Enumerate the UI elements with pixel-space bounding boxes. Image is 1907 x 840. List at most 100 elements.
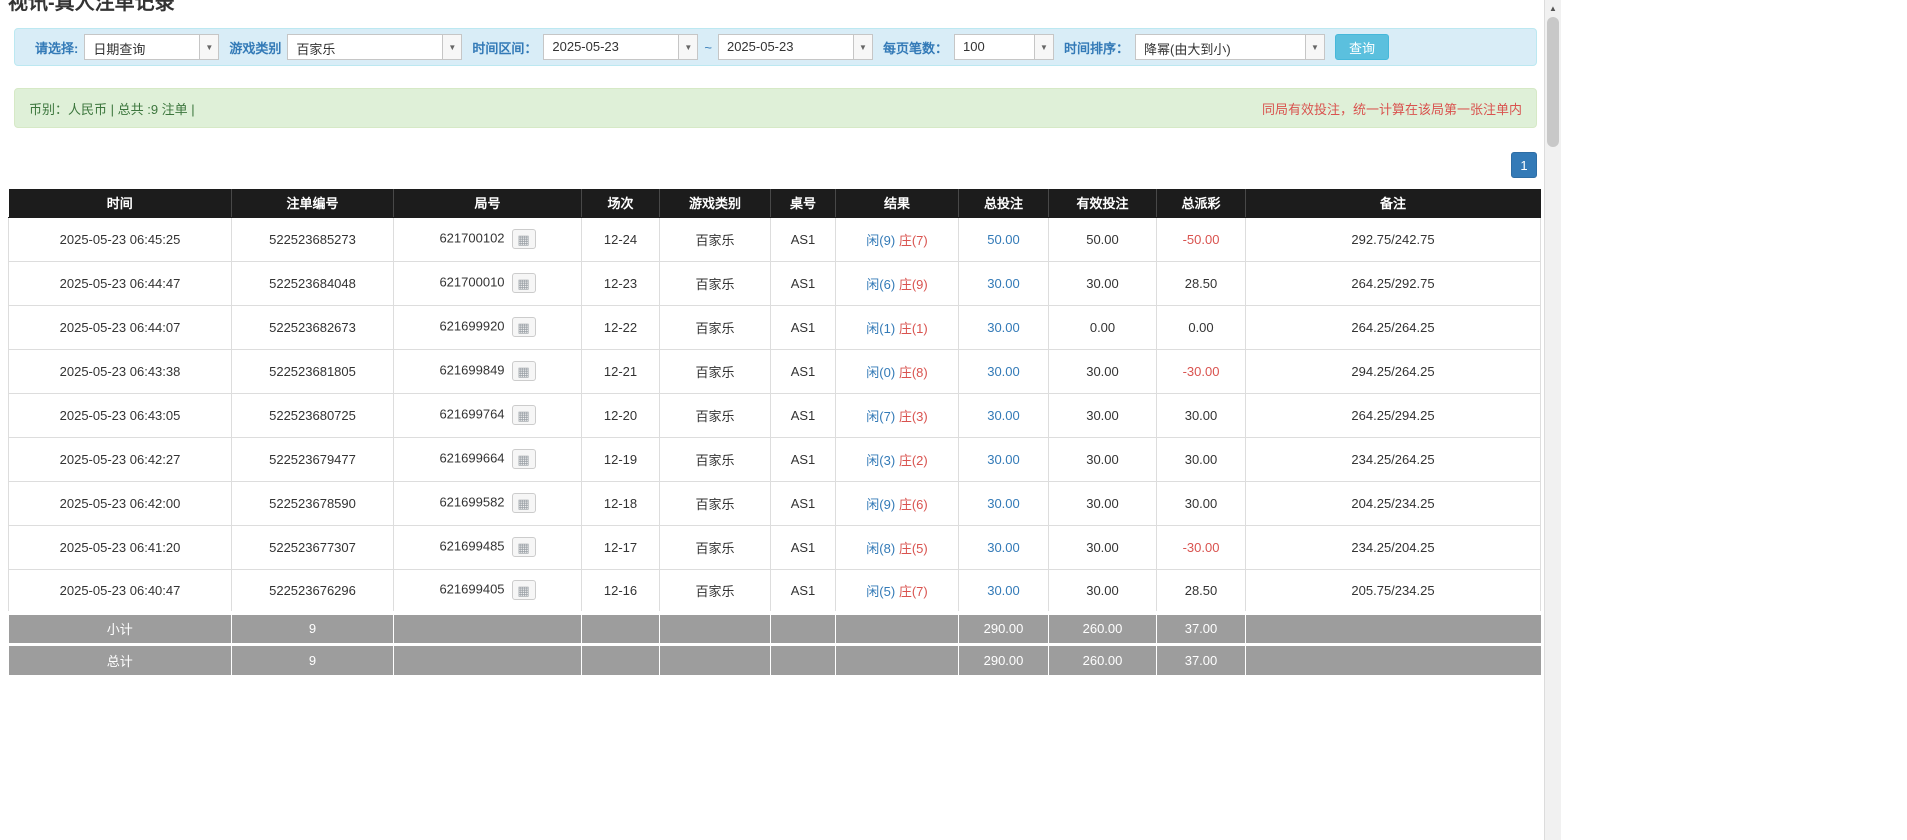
roadmap-icon[interactable]: ▦ bbox=[512, 273, 536, 293]
chevron-down-icon[interactable]: ▼ bbox=[1305, 35, 1324, 59]
cell-total-bet[interactable]: 30.00 bbox=[959, 569, 1049, 613]
cell-table-no: AS1 bbox=[771, 261, 836, 305]
game-type-select[interactable]: 百家乐 ▼ bbox=[287, 34, 462, 60]
date-from-select[interactable]: 2025-05-23 ▼ bbox=[543, 34, 698, 60]
time-sort-label: 时间排序： bbox=[1064, 38, 1129, 57]
cell-game-type: 百家乐 bbox=[660, 525, 771, 569]
result-banker: 庄(9) bbox=[899, 277, 928, 292]
cell-total-bet[interactable]: 30.00 bbox=[959, 481, 1049, 525]
cell-result: 闲(9) 庄(7) bbox=[836, 217, 959, 261]
cell-session: 12-16 bbox=[582, 569, 660, 613]
roadmap-icon[interactable]: ▦ bbox=[512, 317, 536, 337]
subtotal-cell bbox=[836, 613, 959, 644]
cell-total-bet[interactable]: 30.00 bbox=[959, 305, 1049, 349]
cell-time: 2025-05-23 06:42:00 bbox=[9, 481, 232, 525]
scrollbar-thumb[interactable] bbox=[1547, 17, 1559, 147]
roadmap-icon[interactable]: ▦ bbox=[512, 361, 536, 381]
column-header: 备注 bbox=[1246, 189, 1541, 217]
cell-round: 621699582 ▦ bbox=[394, 481, 582, 525]
cell-game-type: 百家乐 bbox=[660, 481, 771, 525]
cell-round: 621699664▦ bbox=[394, 437, 582, 481]
cell-round: 621699849▦ bbox=[394, 349, 582, 393]
cell-payout: 30.00 bbox=[1157, 481, 1246, 525]
chevron-down-icon[interactable]: ▼ bbox=[1034, 35, 1053, 59]
cell-round: 621699764▦ bbox=[394, 393, 582, 437]
date-range-separator: ~ bbox=[704, 40, 712, 55]
roadmap-icon[interactable]: ▦ bbox=[512, 580, 536, 600]
total-cell: 9 bbox=[232, 644, 394, 675]
cell-bet-id: 522523679477 bbox=[232, 437, 394, 481]
cell-total-bet[interactable]: 30.00 bbox=[959, 525, 1049, 569]
roadmap-icon[interactable]: ▦ bbox=[512, 537, 536, 557]
cell-total-bet[interactable]: 30.00 bbox=[959, 437, 1049, 481]
cell-time: 2025-05-23 06:41:20 bbox=[9, 525, 232, 569]
cell-round: 621700102▦ bbox=[394, 217, 582, 261]
total-cell bbox=[394, 644, 582, 675]
cell-payout: 30.00 bbox=[1157, 437, 1246, 481]
round-number: 621699920 bbox=[439, 318, 504, 333]
cell-remark: 264.25/294.25 bbox=[1246, 393, 1541, 437]
chevron-down-icon[interactable]: ▼ bbox=[442, 35, 461, 59]
cell-payout: -50.00 bbox=[1157, 217, 1246, 261]
cell-total-bet[interactable]: 30.00 bbox=[959, 261, 1049, 305]
search-button[interactable]: 查询 bbox=[1335, 34, 1389, 60]
total-cell bbox=[660, 644, 771, 675]
cell-game-type: 百家乐 bbox=[660, 393, 771, 437]
chevron-down-icon[interactable]: ▼ bbox=[199, 35, 218, 59]
result-banker: 庄(2) bbox=[899, 453, 928, 468]
cell-session: 12-21 bbox=[582, 349, 660, 393]
round-number: 621699582 bbox=[439, 494, 504, 509]
roadmap-icon[interactable]: ▦ bbox=[512, 449, 536, 469]
column-header: 结果 bbox=[836, 189, 959, 217]
roadmap-icon[interactable]: ▦ bbox=[512, 405, 536, 425]
total-cell bbox=[836, 644, 959, 675]
cell-session: 12-24 bbox=[582, 217, 660, 261]
column-header: 注单编号 bbox=[232, 189, 394, 217]
subtotal-cell bbox=[660, 613, 771, 644]
cell-remark: 205.75/234.25 bbox=[1246, 569, 1541, 613]
cell-total-bet[interactable]: 30.00 bbox=[959, 349, 1049, 393]
query-mode-select[interactable]: 日期查询 ▼ bbox=[84, 34, 219, 60]
roadmap-icon[interactable]: ▦ bbox=[512, 493, 536, 513]
total-cell: 总计 bbox=[9, 644, 232, 675]
cell-total-bet[interactable]: 30.00 bbox=[959, 393, 1049, 437]
table-row: 2025-05-23 06:42:00522523678590621699582… bbox=[9, 481, 1541, 525]
chevron-down-icon[interactable]: ▼ bbox=[853, 35, 872, 59]
round-number: 621699405 bbox=[439, 582, 504, 597]
cell-round: 621699920 ▦ bbox=[394, 305, 582, 349]
cell-result: 闲(1) 庄(1) bbox=[836, 305, 959, 349]
cell-result: 闲(3) 庄(2) bbox=[836, 437, 959, 481]
cell-result: 闲(8) 庄(5) bbox=[836, 525, 959, 569]
cell-total-bet[interactable]: 50.00 bbox=[959, 217, 1049, 261]
valid-bet-note: 同局有效投注，统一计算在该局第一张注单内 bbox=[1262, 99, 1522, 118]
roadmap-icon[interactable]: ▦ bbox=[512, 229, 536, 249]
date-to-select[interactable]: 2025-05-23 ▼ bbox=[718, 34, 873, 60]
chevron-down-icon[interactable]: ▼ bbox=[678, 35, 697, 59]
total-cell: 260.00 bbox=[1049, 644, 1157, 675]
cell-result: 闲(0) 庄(8) bbox=[836, 349, 959, 393]
scroll-up-icon[interactable]: ▲ bbox=[1545, 0, 1561, 16]
cell-time: 2025-05-23 06:40:47 bbox=[9, 569, 232, 613]
cell-result: 闲(9) 庄(6) bbox=[836, 481, 959, 525]
cell-valid-bet: 30.00 bbox=[1049, 525, 1157, 569]
table-row: 2025-05-23 06:45:25522523685273621700102… bbox=[9, 217, 1541, 261]
vertical-scrollbar[interactable]: ▲ bbox=[1544, 0, 1561, 840]
cell-remark: 234.25/204.25 bbox=[1246, 525, 1541, 569]
cell-payout: -30.00 bbox=[1157, 349, 1246, 393]
subtotal-cell: 37.00 bbox=[1157, 613, 1246, 644]
time-sort-select[interactable]: 降幂(由大到小) ▼ bbox=[1135, 34, 1325, 60]
page-size-select[interactable]: 100 ▼ bbox=[954, 34, 1054, 60]
subtotal-cell bbox=[771, 613, 836, 644]
page-1-button[interactable]: 1 bbox=[1511, 152, 1537, 178]
pagination: 1 bbox=[14, 152, 1537, 178]
cell-time: 2025-05-23 06:44:47 bbox=[9, 261, 232, 305]
cell-game-type: 百家乐 bbox=[660, 217, 771, 261]
result-player: 闲(3) bbox=[866, 453, 895, 468]
result-banker: 庄(5) bbox=[899, 541, 928, 556]
cell-game-type: 百家乐 bbox=[660, 305, 771, 349]
cell-time: 2025-05-23 06:45:25 bbox=[9, 217, 232, 261]
cell-round: 621699405 ▦ bbox=[394, 569, 582, 613]
cell-game-type: 百家乐 bbox=[660, 437, 771, 481]
subtotal-cell bbox=[582, 613, 660, 644]
cell-time: 2025-05-23 06:44:07 bbox=[9, 305, 232, 349]
